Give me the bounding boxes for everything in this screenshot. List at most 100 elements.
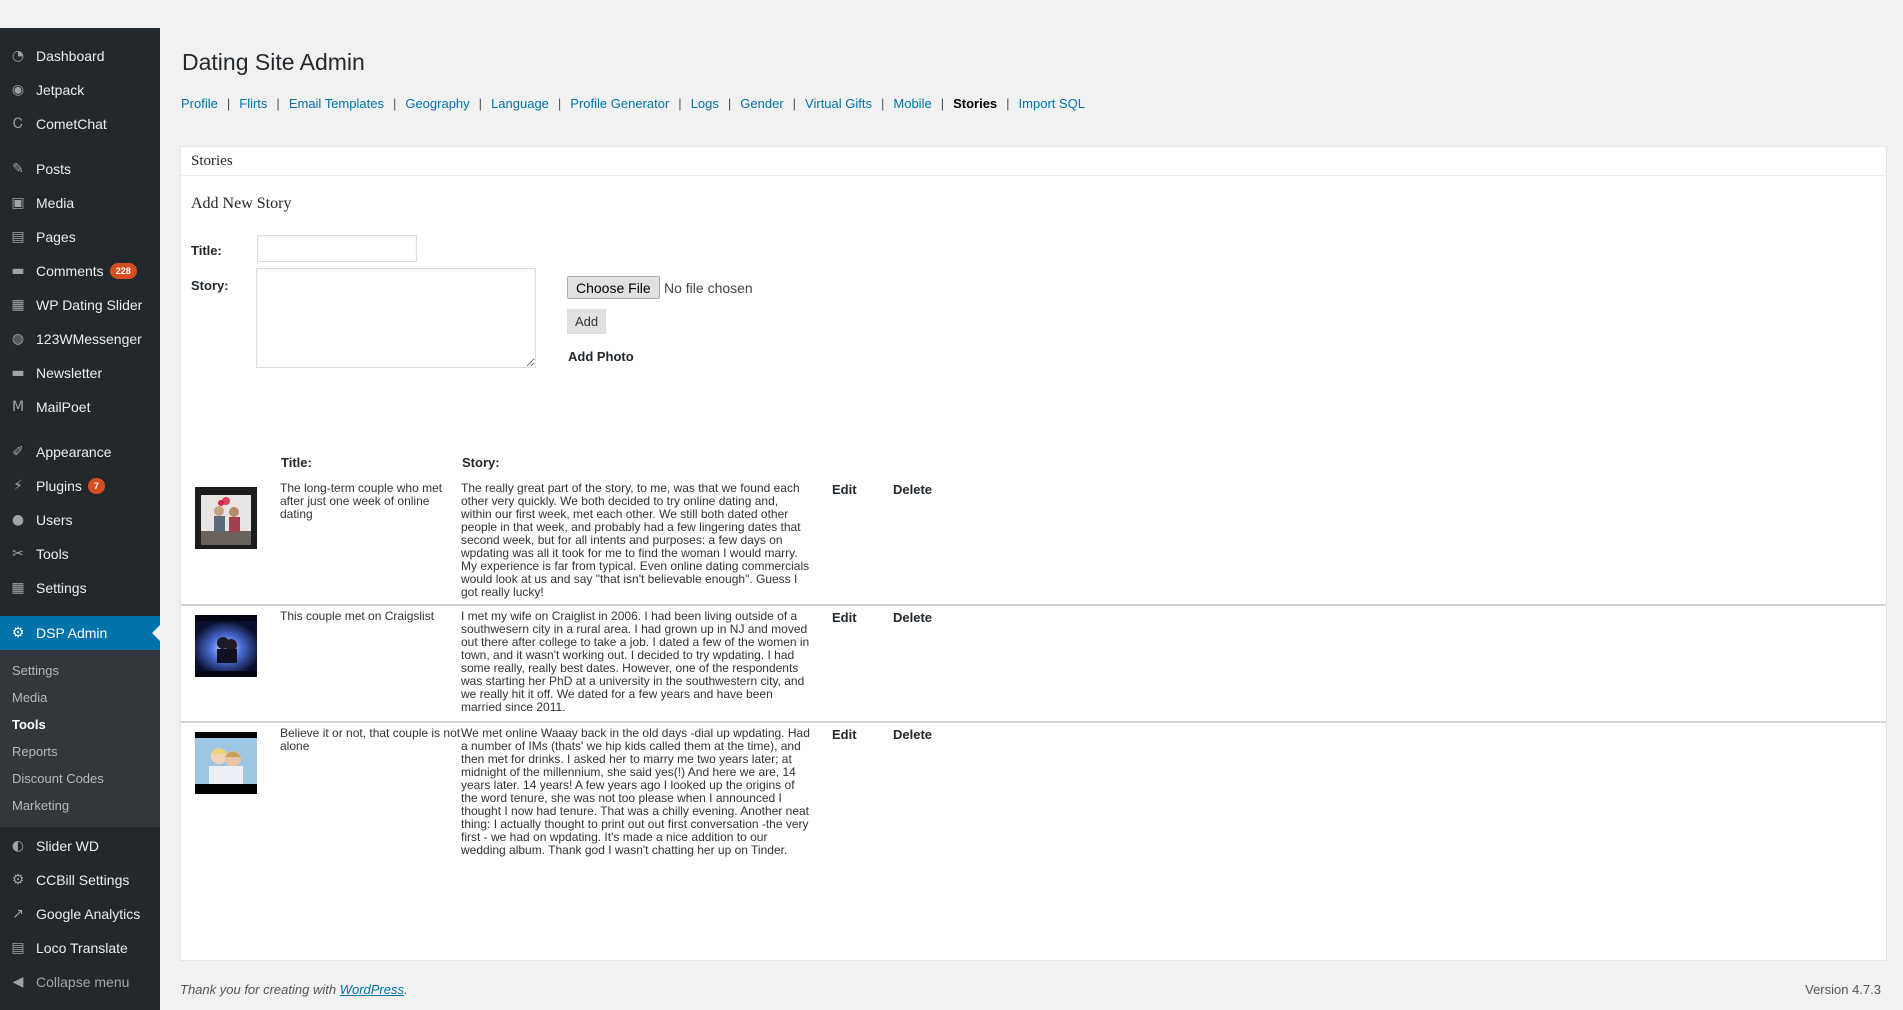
story-photo [195, 487, 257, 549]
collapse-icon: ◀ [12, 974, 24, 990]
sidebar-item-slider-wd[interactable]: ◐ Slider WD [0, 829, 160, 863]
sidebar-item-comments[interactable]: ▬ Comments 228 [0, 254, 160, 288]
footer-thanks-text: Thank you for creating with [180, 982, 340, 997]
sidebar-item-label: CCBill Settings [36, 872, 130, 888]
pages-icon: ▤ [11, 229, 25, 245]
tab-virtual-gifts[interactable]: Virtual Gifts [805, 96, 872, 111]
user-icon: ● [11, 512, 25, 528]
column-header-story: Story: [462, 455, 500, 470]
edit-story-button[interactable]: Edit [832, 727, 857, 742]
add-story-heading: Add New Story [191, 195, 292, 212]
tab-separator: | [557, 96, 562, 111]
choose-file-button[interactable]: Choose File [567, 276, 660, 299]
tab-import-sql[interactable]: Import SQL [1019, 96, 1085, 111]
gear-icon: ⚙ [11, 872, 25, 888]
story-textarea[interactable] [256, 268, 536, 368]
tab-profile-generator[interactable]: Profile Generator [570, 96, 669, 111]
tab-profile[interactable]: Profile [181, 96, 218, 111]
tab-mobile[interactable]: Mobile [893, 96, 931, 111]
sidebar-item-label: CometChat [36, 116, 107, 132]
sidebar-item-123wmessenger[interactable]: ◍ 123WMessenger [0, 322, 160, 356]
submenu-item-tools[interactable]: Tools [0, 711, 160, 738]
dsp-admin-submenu: Settings Media Tools Reports Discount Codes M… [0, 650, 160, 827]
delete-story-button[interactable]: Delete [893, 482, 932, 497]
add-story-button[interactable]: Add [567, 309, 607, 334]
title-input[interactable] [257, 235, 417, 262]
row-divider [181, 604, 1886, 606]
slider-wd-icon: ◐ [11, 838, 25, 854]
edit-story-button[interactable]: Edit [832, 482, 857, 497]
sidebar-item-label: Jetpack [36, 82, 85, 98]
mailpoet-icon: M [11, 399, 25, 415]
sidebar-item-pages[interactable]: ▤ Pages [0, 220, 160, 254]
wrench-icon: ✂ [12, 546, 24, 562]
story-title: Believe it or not, that couple is not al… [280, 726, 461, 753]
tab-stories[interactable]: Stories [953, 96, 997, 111]
jetpack-icon: ◉ [11, 82, 25, 98]
tab-separator: | [1006, 96, 1010, 111]
tab-geography[interactable]: Geography [405, 96, 469, 111]
sidebar-item-label: Posts [36, 161, 72, 177]
stories-panel: Stories Add New Story Title: Story: Choo… [180, 146, 1887, 961]
story-photo [195, 732, 257, 794]
sidebar-item-ccbill-settings[interactable]: ⚙ CCBill Settings [0, 863, 160, 897]
tab-language[interactable]: Language [491, 96, 549, 111]
submenu-item-discount-codes[interactable]: Discount Codes [0, 765, 160, 792]
admin-sidebar: ◔ Dashboard ◉ Jetpack Ꮯ CometChat ✎ Posts ▣ Medi… [0, 28, 160, 1010]
submenu-item-marketing[interactable]: Marketing [0, 792, 160, 819]
sidebar-item-label: Users [36, 512, 73, 528]
newsletter-icon: ▬ [11, 365, 25, 381]
submenu-item-media[interactable]: Media [0, 684, 160, 711]
brush-icon: ✐ [12, 444, 24, 460]
tab-separator: | [940, 96, 945, 111]
sidebar-item-newsletter[interactable]: ▬ Newsletter [0, 356, 160, 390]
tab-gender[interactable]: Gender [740, 96, 783, 111]
collapse-menu-button[interactable]: ◀ Collapse menu [0, 965, 160, 999]
sidebar-item-tools[interactable]: ✂ Tools [0, 537, 160, 571]
tab-separator: | [881, 96, 885, 111]
footer-thanks-suffix: . [404, 982, 408, 997]
sidebar-item-label: Media [36, 195, 75, 211]
sidebar-item-label: Comments [36, 263, 104, 279]
submenu-item-settings[interactable]: Settings [0, 657, 160, 684]
story-text: The really great part of the story, to m… [461, 481, 810, 599]
sidebar-item-users[interactable]: ● Users [0, 503, 160, 537]
submenu-item-reports[interactable]: Reports [0, 738, 160, 765]
admin-bar [0, 0, 1903, 28]
sidebar-item-label: Appearance [36, 444, 112, 460]
sidebar-item-label: Newsletter [36, 365, 103, 381]
tab-email-templates[interactable]: Email Templates [289, 96, 384, 111]
column-header-title: Title: [281, 455, 312, 470]
add-photo-label: Add Photo [568, 349, 634, 364]
sidebar-item-dashboard[interactable]: ◔ Dashboard [0, 39, 160, 73]
sidebar-item-dsp-admin[interactable]: ⚙ DSP Admin [0, 616, 160, 650]
delete-story-button[interactable]: Delete [893, 610, 932, 625]
plug-icon: ⚡ [13, 478, 23, 494]
sidebar-item-cometchat[interactable]: Ꮯ CometChat [0, 107, 160, 141]
sidebar-item-mailpoet[interactable]: M MailPoet [0, 390, 160, 424]
sidebar-item-plugins[interactable]: ⚡ Plugins 7 [0, 469, 160, 503]
sidebar-item-google-analytics[interactable]: ↗ Google Analytics [0, 897, 160, 931]
sidebar-item-posts[interactable]: ✎ Posts [0, 152, 160, 186]
collapse-menu-label: Collapse menu [36, 974, 130, 990]
comment-icon: ▬ [11, 263, 25, 279]
sidebar-item-loco-translate[interactable]: ▤ Loco Translate [0, 931, 160, 965]
panel-heading: Stories [181, 147, 1886, 176]
sidebar-item-media[interactable]: ▣ Media [0, 186, 160, 220]
edit-story-button[interactable]: Edit [832, 610, 857, 625]
sidebar-item-jetpack[interactable]: ◉ Jetpack [0, 73, 160, 107]
sidebar-item-label: Pages [36, 229, 76, 245]
wordpress-link[interactable]: WordPress [340, 982, 404, 997]
tab-logs[interactable]: Logs [691, 96, 719, 111]
tab-flirts[interactable]: Flirts [239, 96, 267, 111]
sidebar-item-label: MailPoet [36, 399, 91, 415]
title-label: Title: [191, 243, 222, 258]
sidebar-item-appearance[interactable]: ✐ Appearance [0, 435, 160, 469]
sidebar-item-wp-dating-slider[interactable]: ▦ WP Dating Slider [0, 288, 160, 322]
settings-tabs: Profile | Flirts | Email Templates | Geography… [181, 96, 1085, 111]
sidebar-item-settings[interactable]: ▦ Settings [0, 571, 160, 605]
delete-story-button[interactable]: Delete [893, 727, 932, 742]
media-icon: ▣ [11, 195, 25, 211]
story-photo [195, 615, 257, 677]
footer-thanks: Thank you for creating with WordPress. [180, 982, 408, 997]
